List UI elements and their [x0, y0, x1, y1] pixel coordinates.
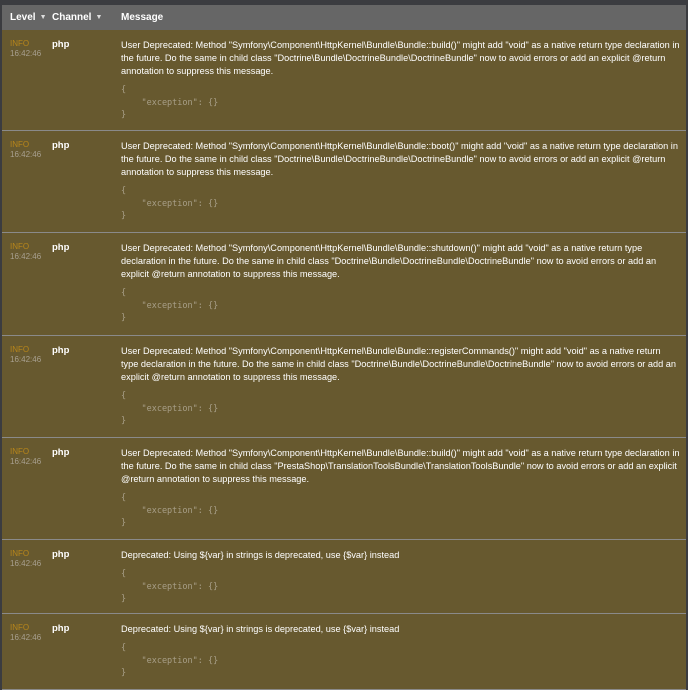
log-row: INFO 16:42:46 php Deprecated: Using ${var…	[2, 614, 686, 690]
message-cell: User Deprecated: Method "Symfony\Compone…	[113, 242, 686, 335]
level-cell: INFO 16:42:46	[2, 140, 52, 232]
channel-cell: php	[52, 242, 70, 253]
caret-down-icon: ▼	[39, 14, 47, 21]
timestamp: 16:42:46	[10, 559, 42, 568]
context-json: { "exception": {} }	[121, 569, 219, 604]
level-badge: INFO	[10, 39, 30, 48]
level-column-header[interactable]: Level ▼	[2, 12, 52, 23]
timestamp: 16:42:46	[10, 633, 42, 642]
level-cell: INFO 16:42:46	[2, 447, 52, 539]
level-header-label: Level	[10, 12, 36, 23]
message-cell: User Deprecated: Method "Symfony\Compone…	[113, 447, 686, 539]
log-row: INFO 16:42:46 php User Deprecated: Method…	[2, 336, 686, 438]
timestamp: 16:42:46	[10, 49, 42, 58]
channel-cell: php	[52, 623, 70, 634]
channel-column-header[interactable]: Channel ▼	[52, 12, 113, 23]
context-json: { "exception": {} }	[121, 186, 219, 221]
message-text: User Deprecated: Method "Symfony\Compone…	[121, 141, 678, 177]
level-cell: INFO 16:42:46	[2, 623, 52, 689]
message-cell: User Deprecated: Method "Symfony\Compone…	[113, 140, 686, 232]
context-json: { "exception": {} }	[121, 85, 219, 120]
level-cell: INFO 16:42:46	[2, 39, 52, 130]
level-cell: INFO 16:42:46	[2, 345, 52, 437]
channel-cell: php	[52, 39, 70, 50]
timestamp: 16:42:46	[10, 150, 42, 159]
message-text: Deprecated: Using ${var} in strings is d…	[121, 550, 400, 560]
message-cell: Deprecated: Using ${var} in strings is d…	[113, 549, 686, 613]
timestamp: 16:42:46	[10, 457, 42, 466]
context-json: { "exception": {} }	[121, 493, 219, 528]
log-row: INFO 16:42:46 php User Deprecated: Method…	[2, 438, 686, 540]
channel-cell: php	[52, 447, 70, 458]
level-cell: INFO 16:42:46	[2, 549, 52, 613]
log-row: INFO 16:42:46 php User Deprecated: Method…	[2, 233, 686, 336]
log-row: INFO 16:42:46 php User Deprecated: Method…	[2, 30, 686, 131]
timestamp: 16:42:46	[10, 355, 42, 364]
message-cell: User Deprecated: Method "Symfony\Compone…	[113, 345, 686, 437]
message-text: User Deprecated: Method "Symfony\Compone…	[121, 448, 680, 484]
context-json: { "exception": {} }	[121, 643, 219, 678]
caret-down-icon: ▼	[95, 14, 103, 21]
log-table: Level ▼ Channel ▼ Message INFO 16:42:46 php…	[2, 5, 686, 690]
table-header: Level ▼ Channel ▼ Message	[2, 5, 686, 30]
log-row: INFO 16:42:46 php Deprecated: Using ${var…	[2, 540, 686, 614]
context-json: { "exception": {} }	[121, 288, 219, 323]
level-badge: INFO	[10, 242, 30, 251]
message-cell: User Deprecated: Method "Symfony\Compone…	[113, 39, 686, 130]
level-badge: INFO	[10, 140, 30, 149]
level-badge: INFO	[10, 549, 30, 558]
log-row: INFO 16:42:46 php User Deprecated: Method…	[2, 131, 686, 233]
level-badge: INFO	[10, 623, 30, 632]
timestamp: 16:42:46	[10, 252, 42, 261]
level-badge: INFO	[10, 345, 30, 354]
message-column-header: Message	[121, 12, 164, 23]
channel-cell: php	[52, 549, 70, 560]
level-cell: INFO 16:42:46	[2, 242, 52, 335]
context-json: { "exception": {} }	[121, 391, 219, 426]
level-badge: INFO	[10, 447, 30, 456]
message-cell: Deprecated: Using ${var} in strings is d…	[113, 623, 686, 689]
message-text: User Deprecated: Method "Symfony\Compone…	[121, 243, 657, 279]
message-text: User Deprecated: Method "Symfony\Compone…	[121, 40, 680, 76]
message-text: User Deprecated: Method "Symfony\Compone…	[121, 346, 677, 382]
message-text: Deprecated: Using ${var} in strings is d…	[121, 624, 400, 634]
channel-cell: php	[52, 345, 70, 356]
channel-cell: php	[52, 140, 70, 151]
channel-header-label: Channel	[52, 12, 92, 23]
